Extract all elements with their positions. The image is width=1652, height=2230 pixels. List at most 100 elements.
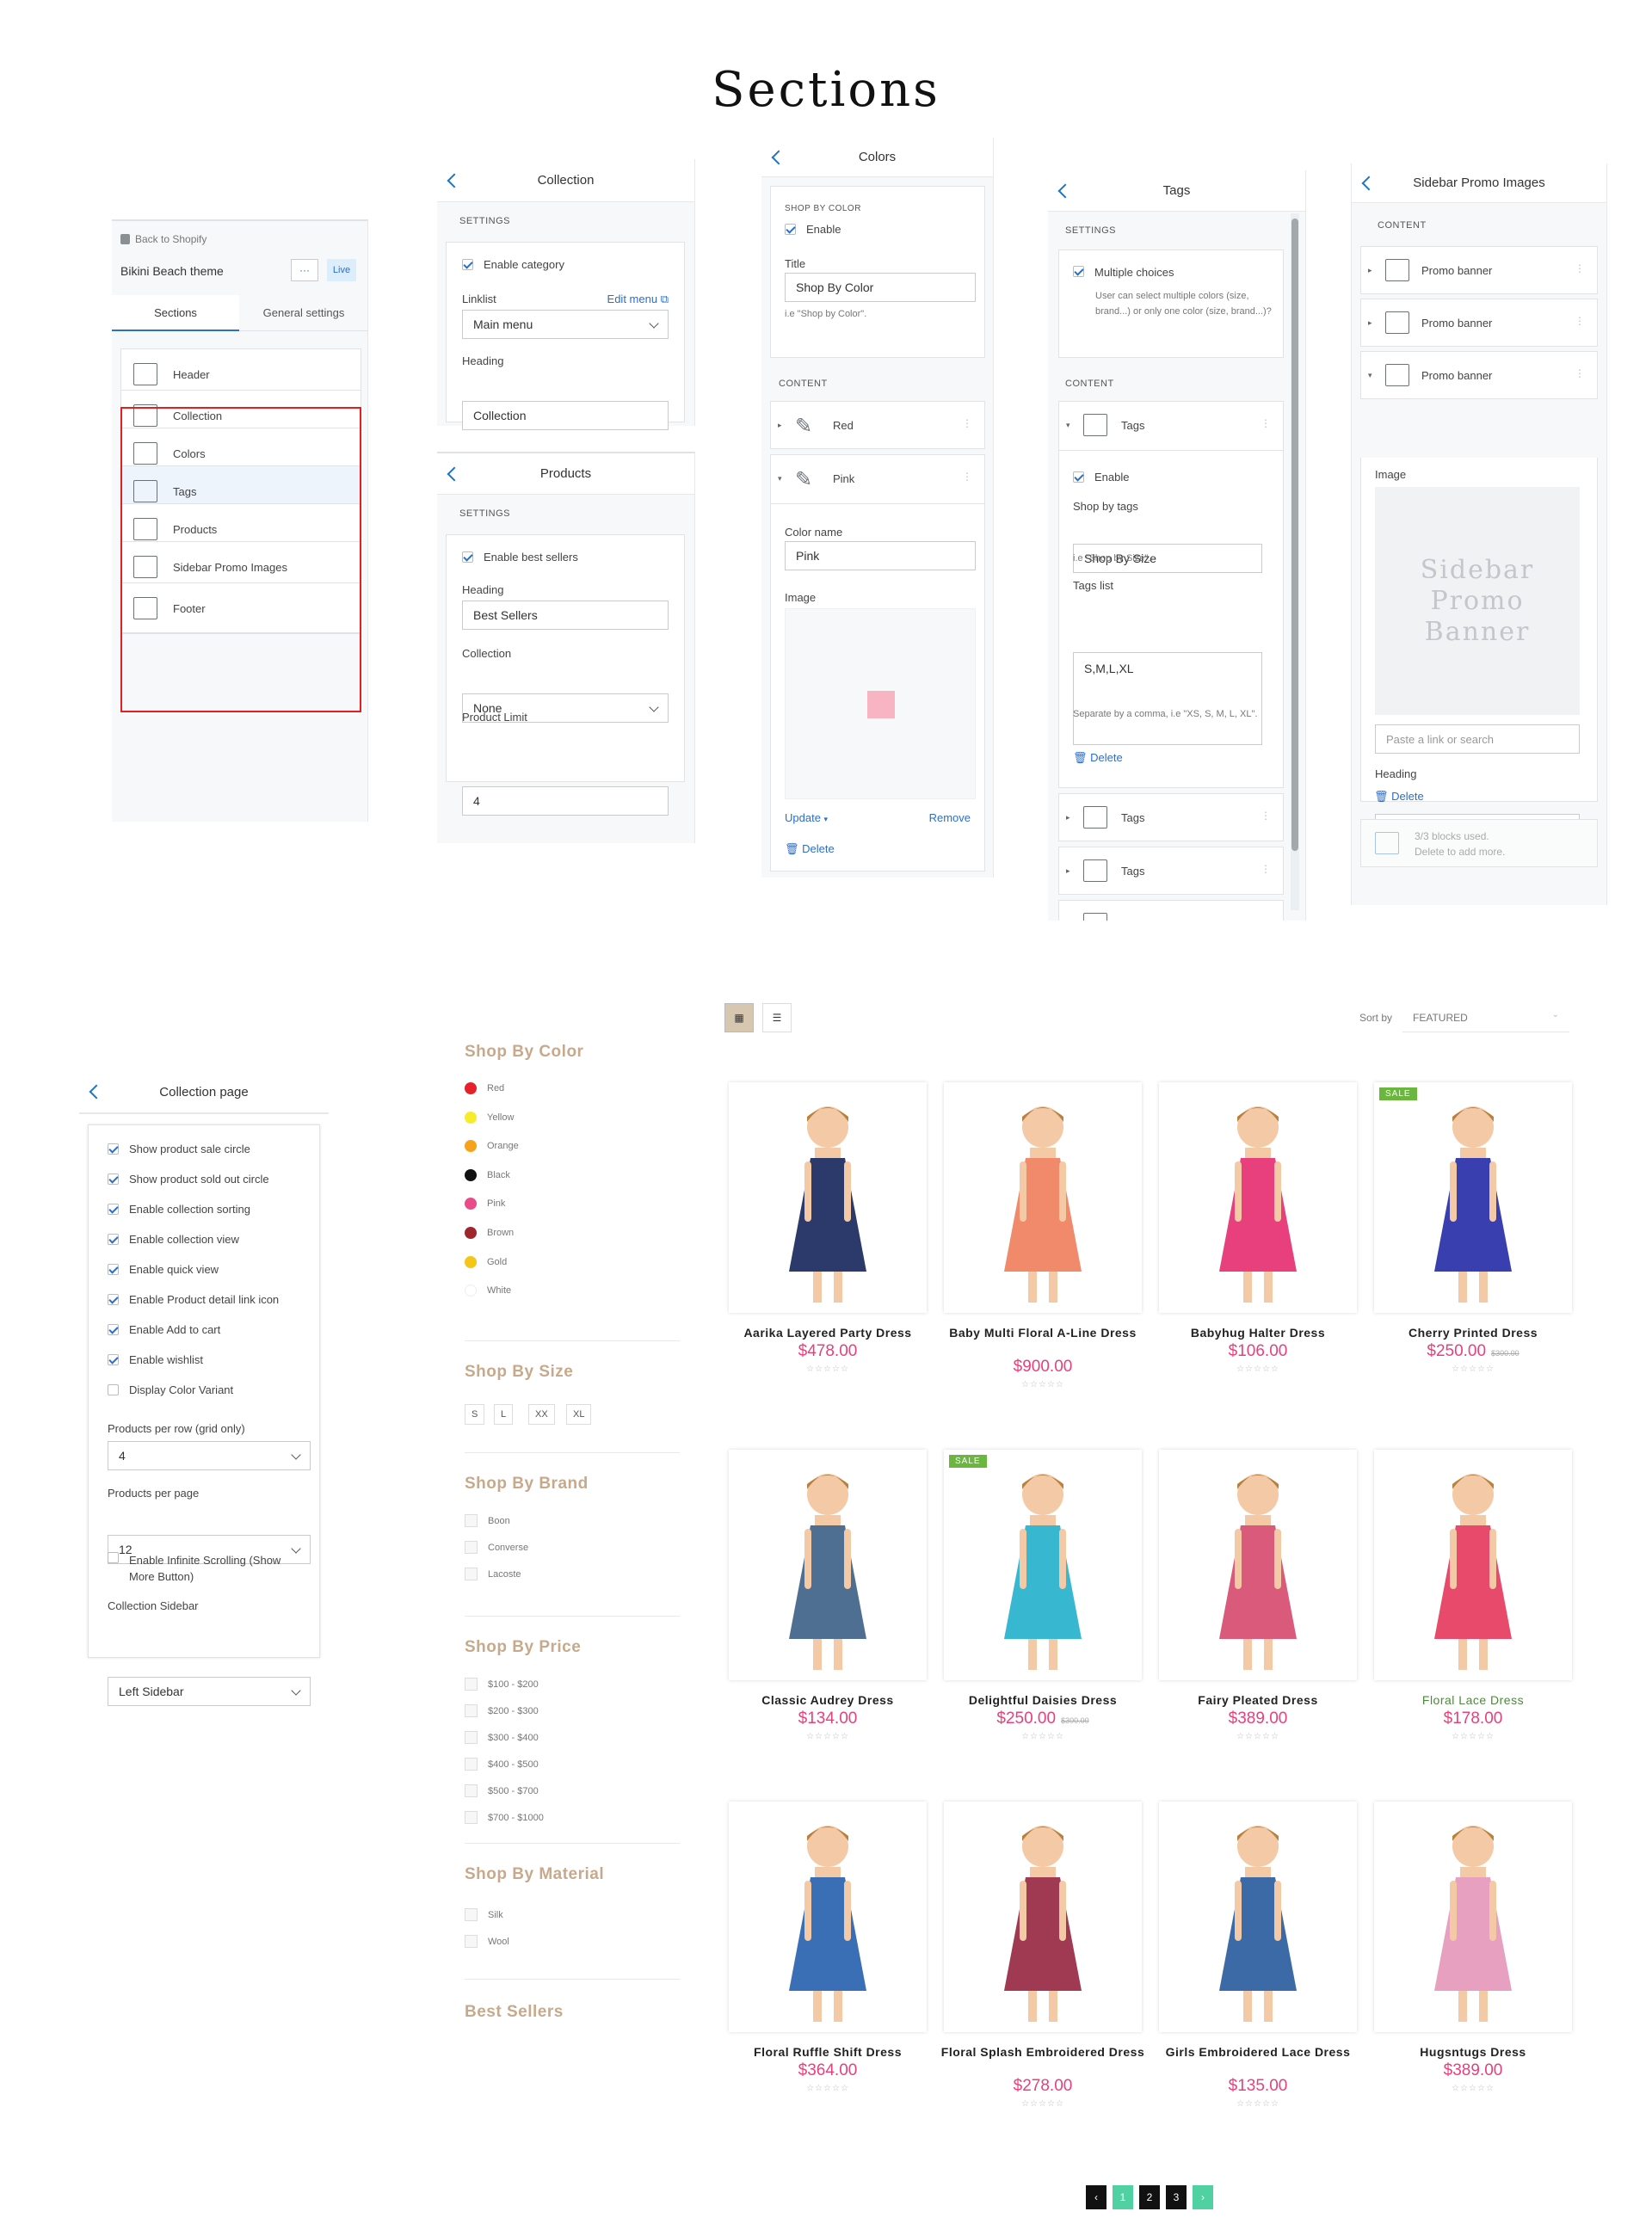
- product-image[interactable]: [1159, 1802, 1357, 2032]
- delete-block-link[interactable]: 🗑 Delete: [785, 842, 835, 856]
- delete-block-link[interactable]: 🗑 Delete: [1073, 751, 1123, 765]
- brand-filter-item[interactable]: Converse: [465, 1541, 528, 1554]
- option-checkbox[interactable]: [108, 1384, 119, 1395]
- product-card[interactable]: SALE: [944, 1450, 1142, 1680]
- filter-checkbox[interactable]: [465, 1935, 478, 1948]
- edit-menu-link[interactable]: Edit menu ⧉: [607, 293, 669, 306]
- collapse-caret-icon[interactable]: ▾: [1368, 371, 1372, 380]
- option-checkbox[interactable]: [108, 1204, 119, 1215]
- product-limit-input[interactable]: 4: [462, 786, 669, 816]
- remove-link[interactable]: Remove: [929, 811, 971, 824]
- product-card[interactable]: [729, 1802, 927, 2032]
- expand-caret-icon[interactable]: ▸: [1368, 266, 1372, 275]
- drag-handle-icon[interactable]: ⋮: [1575, 367, 1585, 379]
- price-filter-item[interactable]: $500 - $700: [465, 1784, 539, 1797]
- multiple-choices-checkbox[interactable]: [1073, 266, 1084, 277]
- product-card[interactable]: SALE: [1374, 1082, 1572, 1313]
- color-filter-gold[interactable]: Gold: [465, 1255, 507, 1268]
- product-name[interactable]: Classic Audrey Dress: [720, 1692, 935, 1708]
- product-name[interactable]: Hugsntugs Dress: [1365, 2044, 1581, 2060]
- product-image[interactable]: [729, 1082, 927, 1313]
- collapse-caret-icon[interactable]: ▾: [1066, 421, 1070, 430]
- tags-block-4[interactable]: [1058, 900, 1284, 921]
- tab-general-settings[interactable]: General settings: [239, 295, 368, 331]
- size-filter-l[interactable]: L: [494, 1404, 514, 1425]
- color-filter-yellow[interactable]: Yellow: [465, 1111, 514, 1124]
- linklist-select[interactable]: Main menu: [462, 310, 669, 339]
- product-image[interactable]: [729, 1450, 927, 1680]
- option-checkbox[interactable]: [108, 1143, 119, 1155]
- product-card[interactable]: [1374, 1802, 1572, 2032]
- product-image[interactable]: [944, 1082, 1142, 1313]
- promo-image-placeholder[interactable]: Sidebar Promo Banner: [1375, 487, 1580, 715]
- filter-checkbox[interactable]: [465, 1541, 478, 1554]
- enable-category-checkbox[interactable]: [462, 259, 473, 270]
- drag-handle-icon[interactable]: ⋮: [1575, 262, 1585, 274]
- tags-block-3[interactable]: ▸ Tags ⋮: [1058, 847, 1284, 895]
- back-to-shopify-link[interactable]: Back to Shopify: [120, 233, 206, 245]
- product-image[interactable]: [1374, 1802, 1572, 2032]
- scrollbar-track[interactable]: [1291, 213, 1299, 910]
- page-button[interactable]: 1: [1113, 2185, 1133, 2209]
- product-name[interactable]: Aarika Layered Party Dress: [720, 1325, 935, 1340]
- filter-checkbox[interactable]: [465, 1568, 478, 1580]
- product-card[interactable]: [944, 1082, 1142, 1313]
- size-filter-xl[interactable]: XL: [566, 1404, 592, 1425]
- drag-handle-icon[interactable]: ⋮: [1261, 810, 1271, 822]
- option-checkbox[interactable]: [108, 1324, 119, 1335]
- product-card[interactable]: [1374, 1450, 1572, 1680]
- option-row[interactable]: Show product sale circle: [108, 1143, 250, 1155]
- color-filter-red[interactable]: Red: [465, 1082, 504, 1094]
- product-card[interactable]: [1159, 1082, 1357, 1313]
- delete-block-link[interactable]: 🗑 Delete: [1374, 790, 1424, 804]
- collapse-caret-icon[interactable]: ▾: [778, 474, 782, 484]
- product-name[interactable]: Floral Ruffle Shift Dress: [720, 2044, 935, 2060]
- product-name[interactable]: Baby Multi Floral A-Line Dress: [935, 1325, 1150, 1340]
- option-checkbox[interactable]: [108, 1174, 119, 1185]
- list-view-button[interactable]: ☰: [762, 1003, 792, 1032]
- page-button[interactable]: 2: [1139, 2185, 1160, 2209]
- expand-caret-icon[interactable]: ▸: [1368, 318, 1372, 328]
- product-name[interactable]: Cherry Printed Dress: [1365, 1325, 1581, 1340]
- product-card[interactable]: [729, 1450, 927, 1680]
- title-input[interactable]: Shop By Color: [785, 273, 976, 302]
- product-name[interactable]: Floral Lace Dress: [1365, 1692, 1581, 1708]
- filter-checkbox[interactable]: [465, 1514, 478, 1527]
- product-image[interactable]: [1159, 1082, 1357, 1313]
- size-filter-s[interactable]: S: [465, 1404, 485, 1425]
- option-checkbox[interactable]: [108, 1234, 119, 1245]
- color-filter-brown[interactable]: Brown: [465, 1227, 514, 1239]
- product-image[interactable]: [729, 1802, 927, 2032]
- filter-checkbox[interactable]: [465, 1731, 478, 1744]
- grid-view-button[interactable]: ▦: [724, 1003, 754, 1032]
- filter-checkbox[interactable]: [465, 1704, 478, 1717]
- block-red[interactable]: ▸ ✎ Red ⋮: [770, 401, 985, 449]
- promo-banner-block[interactable]: ▸ Promo banner ⋮: [1360, 246, 1598, 294]
- infinite-scroll-checkbox[interactable]: [108, 1552, 119, 1563]
- sort-select[interactable]: FEATURED ⌄: [1402, 1003, 1569, 1032]
- tab-sections[interactable]: Sections: [112, 295, 239, 331]
- scrollbar-thumb[interactable]: [1291, 219, 1298, 851]
- option-checkbox[interactable]: [108, 1354, 119, 1365]
- brand-filter-item[interactable]: Boon: [465, 1514, 510, 1527]
- product-card[interactable]: [1159, 1802, 1357, 2032]
- heading-input[interactable]: Best Sellers: [462, 601, 669, 630]
- back-arrow-icon[interactable]: [447, 466, 462, 481]
- back-arrow-icon[interactable]: [447, 173, 462, 188]
- promo-banner-block[interactable]: ▸ Promo banner ⋮: [1360, 299, 1598, 347]
- drag-handle-icon[interactable]: ⋮: [1575, 315, 1585, 327]
- drag-handle-icon[interactable]: ⋮: [1261, 863, 1271, 875]
- option-row[interactable]: Enable Product detail link icon: [108, 1293, 279, 1306]
- expand-caret-icon[interactable]: ▸: [1066, 866, 1070, 876]
- drag-handle-icon[interactable]: ⋮: [1261, 417, 1271, 429]
- product-name[interactable]: Delightful Daisies Dress: [935, 1692, 1150, 1708]
- link-input[interactable]: Paste a link or search: [1375, 724, 1580, 754]
- enable-checkbox[interactable]: [1073, 471, 1084, 483]
- filter-checkbox[interactable]: [465, 1908, 478, 1921]
- product-image[interactable]: [1159, 1450, 1357, 1680]
- color-filter-white[interactable]: White: [465, 1284, 511, 1297]
- filter-checkbox[interactable]: [465, 1811, 478, 1824]
- price-filter-item[interactable]: $300 - $400: [465, 1731, 539, 1744]
- product-name[interactable]: Fairy Pleated Dress: [1150, 1692, 1365, 1708]
- option-row[interactable]: Enable collection sorting: [108, 1203, 250, 1216]
